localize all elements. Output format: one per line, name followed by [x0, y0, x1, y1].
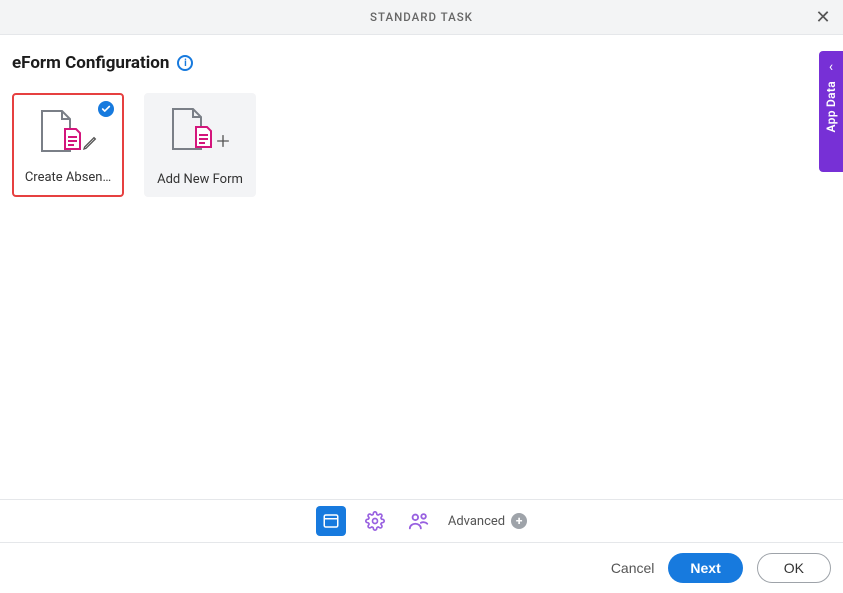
form-card-icon-group [38, 109, 98, 153]
next-button[interactable]: Next [668, 553, 742, 583]
toolbar-people-button[interactable] [404, 506, 434, 536]
info-icon[interactable]: i [177, 55, 193, 71]
form-card-label: Create Absen… [25, 170, 111, 185]
form-overlay-icon [193, 125, 213, 149]
modal: STANDARD TASK ✕ eForm Configuration i [0, 0, 843, 593]
toolbar-advanced-label: Advanced [448, 514, 505, 529]
toolbar-form-button[interactable] [316, 506, 346, 536]
close-button[interactable]: ✕ [811, 5, 835, 29]
people-icon [408, 511, 430, 531]
section-title-row: eForm Configuration i [12, 53, 831, 73]
form-card-create-absence[interactable]: Create Absen… [12, 93, 124, 197]
form-card-add-new[interactable]: Add New Form [144, 93, 256, 197]
toolbar-settings-button[interactable] [360, 506, 390, 536]
form-overlay-icon [62, 127, 82, 151]
gear-icon [365, 511, 385, 531]
toolbar-advanced-button[interactable]: Advanced + [448, 513, 527, 529]
side-tab-label: App Data [824, 81, 838, 132]
plus-circle-icon: + [511, 513, 527, 529]
chevron-left-icon: ‹ [829, 59, 833, 75]
app-data-side-tab[interactable]: ‹ App Data [819, 51, 843, 172]
cancel-button[interactable]: Cancel [611, 560, 655, 576]
bottom-toolbar: Advanced + [0, 499, 843, 543]
form-card-icon-group [169, 107, 231, 151]
window-icon [322, 512, 340, 530]
modal-title: STANDARD TASK [370, 10, 473, 24]
modal-body: eForm Configuration i [0, 35, 843, 499]
plus-icon [215, 133, 231, 149]
close-icon: ✕ [815, 7, 830, 28]
form-card-label: Add New Form [157, 172, 243, 187]
form-card-list: Create Absen… [12, 93, 831, 197]
pencil-icon [82, 135, 98, 151]
modal-header: STANDARD TASK ✕ [0, 0, 843, 35]
section-title: eForm Configuration [12, 53, 169, 73]
selected-check-icon [98, 101, 114, 117]
ok-button[interactable]: OK [757, 553, 831, 583]
modal-footer: Cancel Next OK [0, 543, 843, 593]
